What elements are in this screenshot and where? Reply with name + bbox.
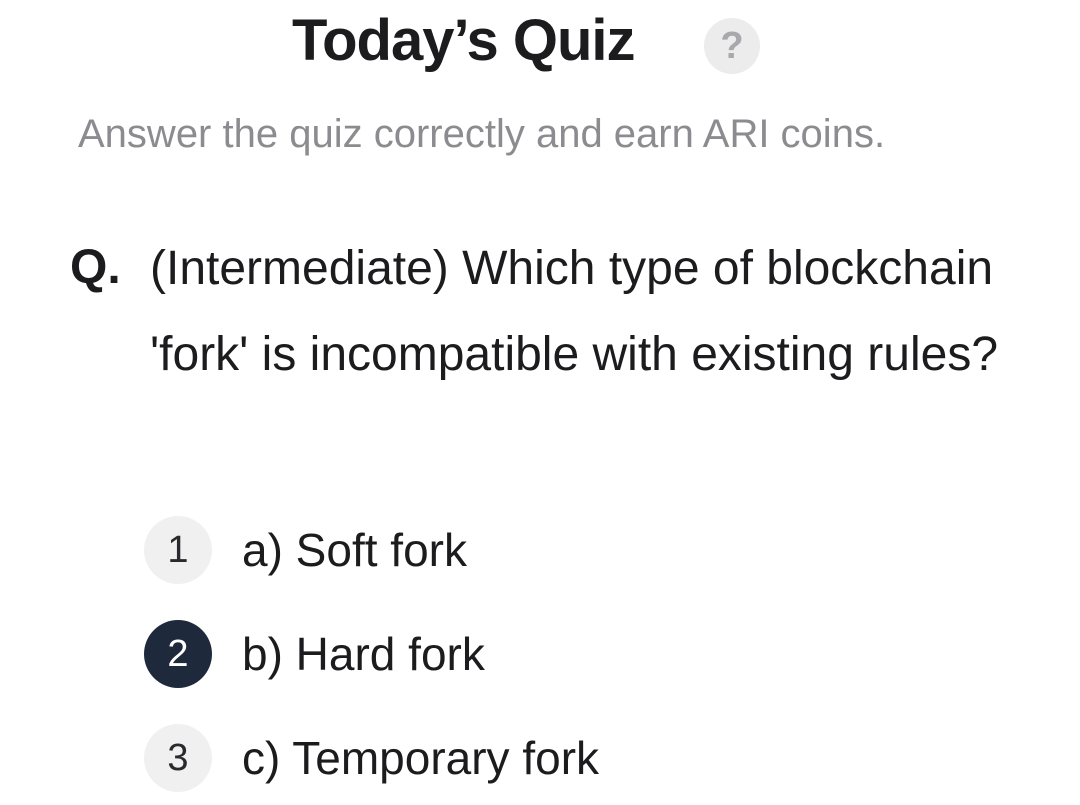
- option-number-badge: 1: [144, 516, 212, 584]
- answer-option-1[interactable]: 1 a) Soft fork: [144, 516, 844, 584]
- option-label: b) Hard fork: [242, 628, 485, 680]
- answer-option-2[interactable]: 2 b) Hard fork: [144, 620, 844, 688]
- option-number-badge: 3: [144, 724, 212, 792]
- option-label: c) Temporary fork: [242, 732, 600, 784]
- question-mark-icon[interactable]: ?: [704, 18, 760, 74]
- quiz-header: Today’s Quiz ?: [0, 6, 1080, 76]
- page-title: Today’s Quiz: [292, 8, 635, 73]
- option-label: a) Soft fork: [242, 524, 467, 576]
- answer-option-3[interactable]: 3 c) Temporary fork: [144, 724, 844, 792]
- question-prefix: Q.: [70, 241, 121, 294]
- question-text: (Intermediate) Which type of blockchain …: [150, 242, 999, 381]
- quiz-subtitle: Answer the quiz correctly and earn ARI c…: [78, 112, 886, 156]
- option-number-badge-selected: 2: [144, 620, 212, 688]
